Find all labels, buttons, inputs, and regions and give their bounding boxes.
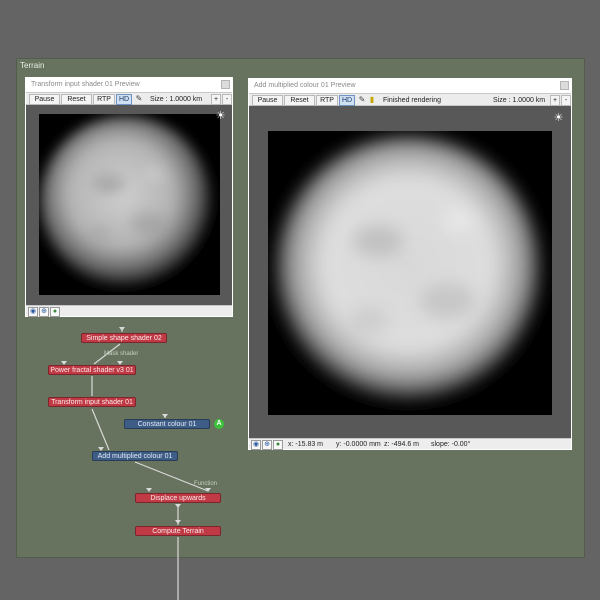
node-enabled-badge[interactable]: A [214,419,224,429]
node-constant-colour[interactable]: Constant colour 01 [124,419,210,429]
mask-shader-label: Mask shader [104,351,139,357]
node-connections [61,327,211,600]
node-simple-shape-shader[interactable]: Simple shape shader 02 [81,333,167,343]
node-displace-upwards[interactable]: Displace upwards [135,493,221,503]
node-transform-input-shader[interactable]: Transform input shader 01 [48,397,136,407]
node-add-multiplied-colour[interactable]: Add multiplied colour 01 [92,451,178,461]
node-power-fractal-shader[interactable]: Power fractal shader v3 01 [48,365,136,375]
function-label: Function [194,481,218,487]
node-compute-terrain[interactable]: Compute Terrain [135,526,221,536]
